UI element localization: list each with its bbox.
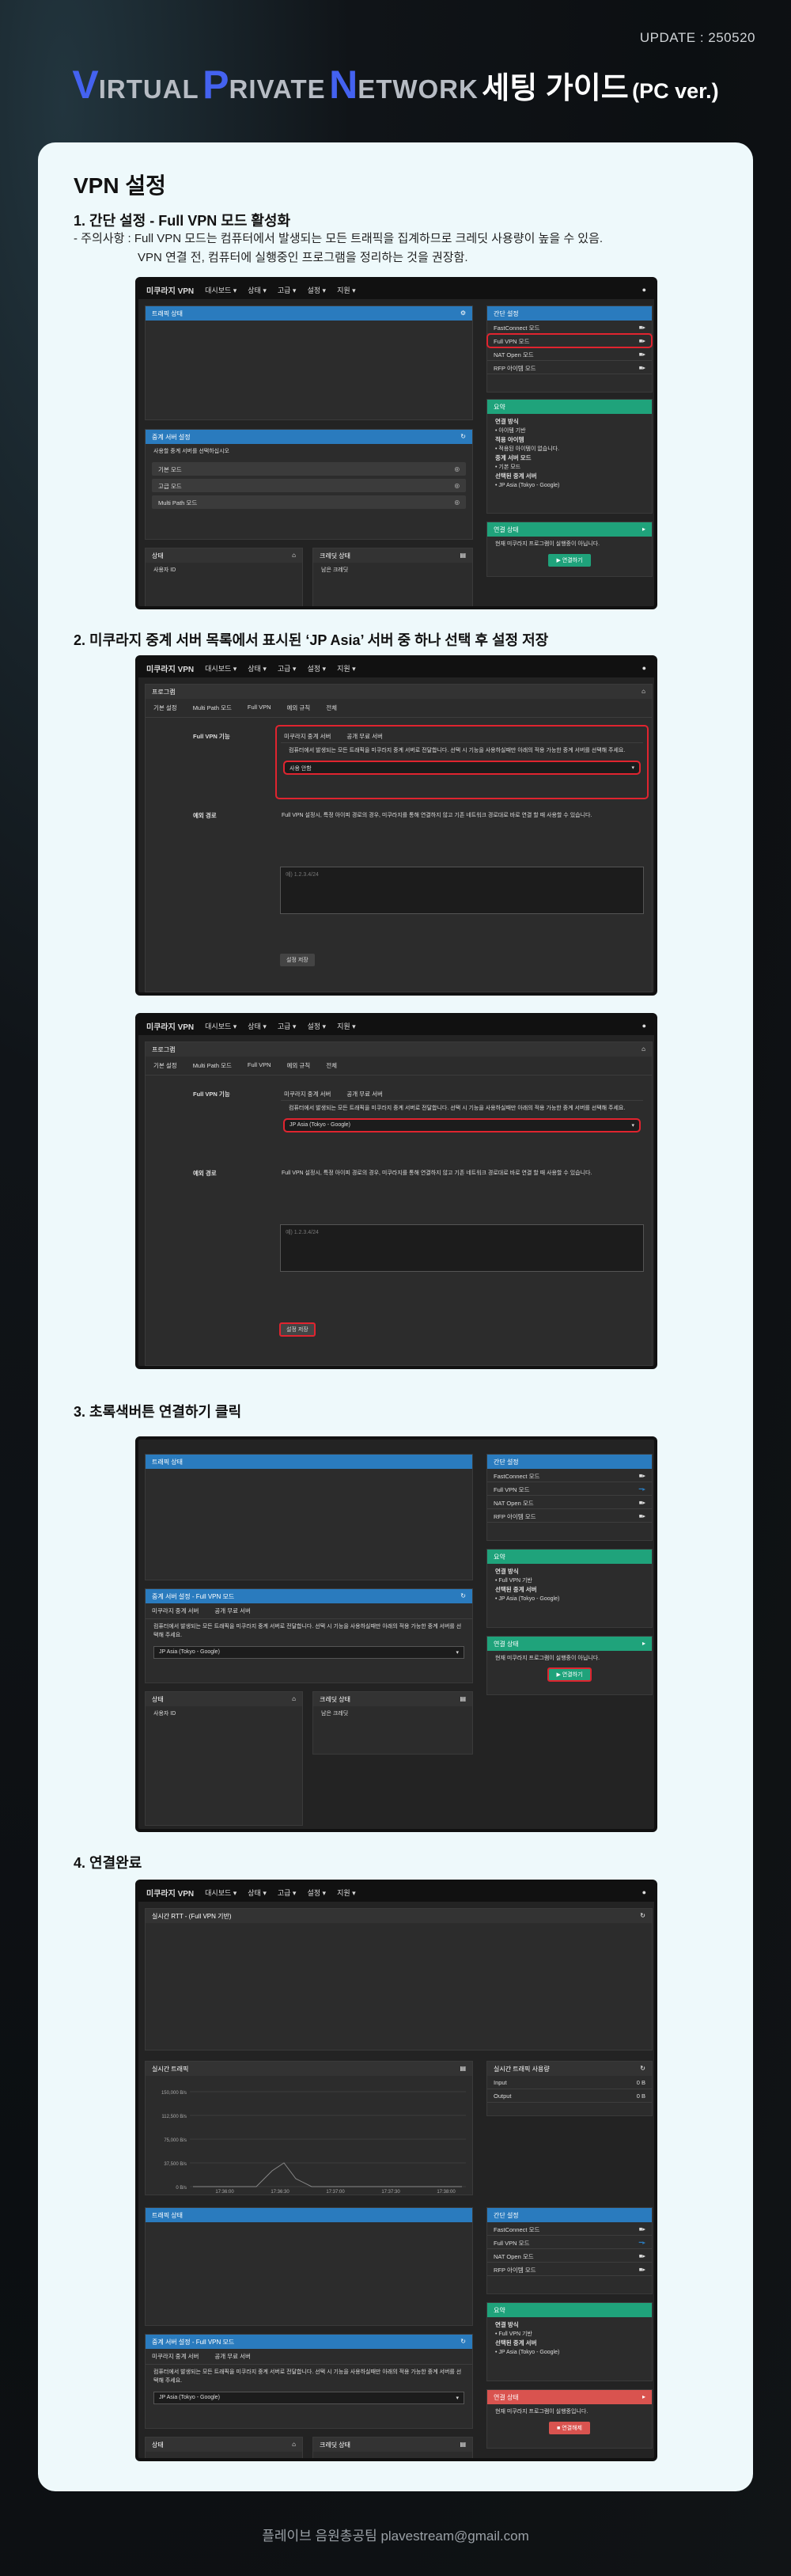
screenshot-step1: 미쿠라지 VPN 대시보드 ▾ 상태 ▾ 고급 ▾ 설정 ▾ 지원 ▾ ● 트래픽 상태… — [135, 277, 657, 609]
traffic-chart: 150,000 B/s 112,500 B/s 75,000 B/s 37,500 B… — [161, 2091, 466, 2195]
gear-icon: ⚙ — [460, 309, 466, 317]
summary-box: 요약 연결 방식 • 아이템 기반 적용 아이템 • 적용된 아이템이 없습니다. … — [486, 399, 653, 514]
credit-box: 크레딧 상태 ▤ 남은 크레딧 — [312, 548, 473, 606]
relay-server-select[interactable]: 사용 안함 ▾ — [283, 761, 641, 775]
connection-box-3: 연결 상태 ▸ 현재 미쿠라지 프로그램이 실행중이 아닙니다. ▶ 연결하기 — [486, 1636, 653, 1695]
relay-opt-multipath[interactable]: Multi Path 모드 ◎ — [152, 495, 466, 509]
relay-box-4: 중계 서버 설정 - Full VPN 모드 ↻ 미쿠라지 중계 서버 공개 무료 … — [145, 2334, 473, 2429]
mode-full-vpn[interactable]: Full VPN 모드 ■▸ — [486, 333, 653, 348]
program-box-2: 프로그램 ⌂ 기본 설정 Multi Path 모드 Full VPN 예외 규칙 전체 … — [145, 1041, 653, 1366]
relay-server-select-4[interactable]: JP Asia (Tokyo - Google) ▾ — [153, 2392, 464, 2404]
step3-title: 3. 초록색버튼 연결하기 클릭 — [74, 1404, 242, 1420]
connection-box-4: 연결 상태 ▸ 현재 미쿠라지 프로그램이 실행중입니다. ■ 연결해제 — [486, 2389, 653, 2449]
chart-x-tick: 17:36:30 — [271, 2190, 290, 2195]
traffic-box-4: 트래픽 상태 — [145, 2207, 473, 2326]
disconnect-button[interactable]: ■ 연결해제 — [549, 2422, 590, 2434]
screenshot-step2a: 미쿠라지 VPN 대시보드 ▾ 상태 ▾ 고급 ▾ 설정 ▾ 지원 ▾ ● 프로그램 ⌂ 기본… — [135, 655, 657, 996]
chart-y-tick: 150,000 B/s — [161, 2091, 187, 2096]
screenshot-step2b: 미쿠라지 VPN 대시보드 ▾ 상태 ▾ 고급 ▾ 설정 ▾ 지원 ▾ ● 프로그램 ⌂ 기본… — [135, 1013, 657, 1369]
program-box: 프로그램 ⌂ 기본 설정 Multi Path 모드 Full VPN 예외 규칙 전체 … — [145, 684, 653, 992]
chart-x-tick: 17:37:00 — [326, 2190, 345, 2195]
app-navbar: 미쿠라지 VPN 대시보드 ▾ 상태 ▾ 고급 ▾ 설정 ▾ 지원 ▾ ● — [138, 280, 654, 299]
summary-box-3: 요약 연결 방식 • Full VPN 기반 선택된 중계 서버 • JP Asia… — [486, 1549, 653, 1628]
screenshot-step4: 미쿠라지 VPN 대시보드 ▾ 상태 ▾ 고급 ▾ 설정 ▾ 지원 ▾ ● 실시간 RTT … — [135, 1880, 657, 2461]
mode-fastconnect[interactable]: FastConnect 모드 ■▸ — [487, 321, 652, 334]
mode-rfp[interactable]: RFP 아이템 모드 ■▸ — [487, 361, 652, 374]
guide-panel: VPN 설정 1. 간단 설정 - Full VPN 모드 활성화 - 주의사항… — [38, 142, 753, 2491]
mode-nat-open[interactable]: NAT Open 모드 ■▸ — [487, 347, 652, 361]
exception-textarea[interactable]: 예) 1.2.3.4/24 — [280, 867, 644, 914]
exception-textarea-2[interactable]: 예) 1.2.3.4/24 — [280, 1224, 644, 1272]
usage-box: 실시간 트래픽 사용량 ↻ Input 0 B Output 0 B — [486, 2061, 653, 2116]
relay-box: 중계 서버 설정 ↻ 사용할 중계 서버를 선택하십시오 기본 모드 ◎ 고급 모드… — [145, 429, 473, 540]
relay-opt-basic[interactable]: 기본 모드 ◎ — [152, 462, 466, 476]
traffic-box: 트래픽 상태 ⚙ — [145, 305, 473, 420]
chart-y-tick: 75,000 B/s — [164, 2138, 187, 2143]
status-box-4: 상태 ⌂ — [145, 2437, 303, 2458]
step1-title: 1. 간단 설정 - Full VPN 모드 활성화 — [74, 213, 291, 229]
user-icon[interactable]: ● — [642, 286, 646, 294]
refresh-icon: ↻ — [460, 433, 466, 440]
simple-settings-box-3: 간단 설정 FastConnect 모드 ■▸ Full VPN 모드 ━▸ NAT… — [486, 1454, 653, 1541]
connection-box: 연결 상태 ▸ 현재 미쿠라지 프로그램이 실행중이 아닙니다. ▶ 연결하기 — [486, 522, 653, 577]
rtt-box: 실시간 RTT - (Full VPN 기반) ↻ — [145, 1908, 653, 2051]
save-button-2[interactable]: 설정 저장 — [279, 1322, 316, 1337]
hero-title: VIRTUAL PRIVATE NETWORK 세팅 가이드 (PC ver.) — [72, 63, 719, 107]
status-box: 상태 ⌂ 사용자 ID — [145, 548, 303, 606]
chart-y-tick: 0 B/s — [176, 2186, 187, 2191]
credit-box-4: 크레딧 상태 ▤ — [312, 2437, 473, 2458]
chart-x-tick: 17:38:00 — [437, 2190, 456, 2195]
chart-x-tick: 17:37:30 — [381, 2190, 400, 2195]
simple-settings-box-4: 간단 설정 FastConnect 모드 ■▸ Full VPN 모드 ━▸ NAT… — [486, 2207, 653, 2294]
chart-x-tick: 17:36:00 — [215, 2190, 234, 2195]
chart-y-tick: 112,500 B/s — [161, 2115, 187, 2119]
relay-server-select-3[interactable]: JP Asia (Tokyo - Google) ▾ — [153, 1646, 464, 1659]
save-button[interactable]: 설정 저장 — [280, 954, 315, 966]
page-title: VPN 설정 — [74, 173, 166, 198]
relay-server-select-jp[interactable]: JP Asia (Tokyo - Google) ▾ — [283, 1118, 641, 1132]
connect-button[interactable]: ▶ 연결하기 — [548, 554, 591, 567]
footer-contact: 플레이브 음원총공팀 plavestream@gmail.com — [262, 2529, 529, 2544]
credit-box-3: 크레딧 상태 ▤ 남은 크레딧 — [312, 1691, 473, 1755]
chart-y-tick: 37,500 B/s — [164, 2162, 187, 2167]
simple-settings-box: 간단 설정 FastConnect 모드 ■▸ Full VPN 모드 ■▸ NAT… — [486, 305, 653, 393]
screenshot-step3: 트래픽 상태 중계 서버 설정 - Full VPN 모드 ↻ 미쿠라지 중계 서… — [135, 1436, 657, 1832]
step2-title: 2. 미쿠라지 중계 서버 목록에서 표시된 ‘JP Asia’ 서버 중 하나… — [74, 632, 549, 648]
step1-note: - 주의사항 : Full VPN 모드는 컴퓨터에서 발생되는 모든 트래픽을… — [74, 232, 604, 264]
live-traffic-box: 실시간 트래픽 ▤ 150,000 B/s 112,500 B/s 75,000 B/… — [145, 2061, 473, 2195]
summary-box-4: 요약 연결 방식 • Full VPN 기반 선택된 중계 서버 • JP Asia… — [486, 2302, 653, 2381]
connect-button-3[interactable]: ▶ 연결하기 — [547, 1667, 592, 1682]
traffic-line — [193, 2162, 462, 2187]
relay-box-3: 중계 서버 설정 - Full VPN 모드 ↻ 미쿠라지 중계 서버 공개 무료 … — [145, 1588, 473, 1683]
step4-title: 4. 연결완료 — [74, 1855, 142, 1871]
status-box-3: 상태 ⌂ 사용자 ID — [145, 1691, 303, 1826]
relay-opt-advanced[interactable]: 고급 모드 ◎ — [152, 479, 466, 492]
traffic-box-3: 트래픽 상태 — [145, 1454, 473, 1580]
update-label: UPDATE : 250520 — [639, 30, 755, 45]
